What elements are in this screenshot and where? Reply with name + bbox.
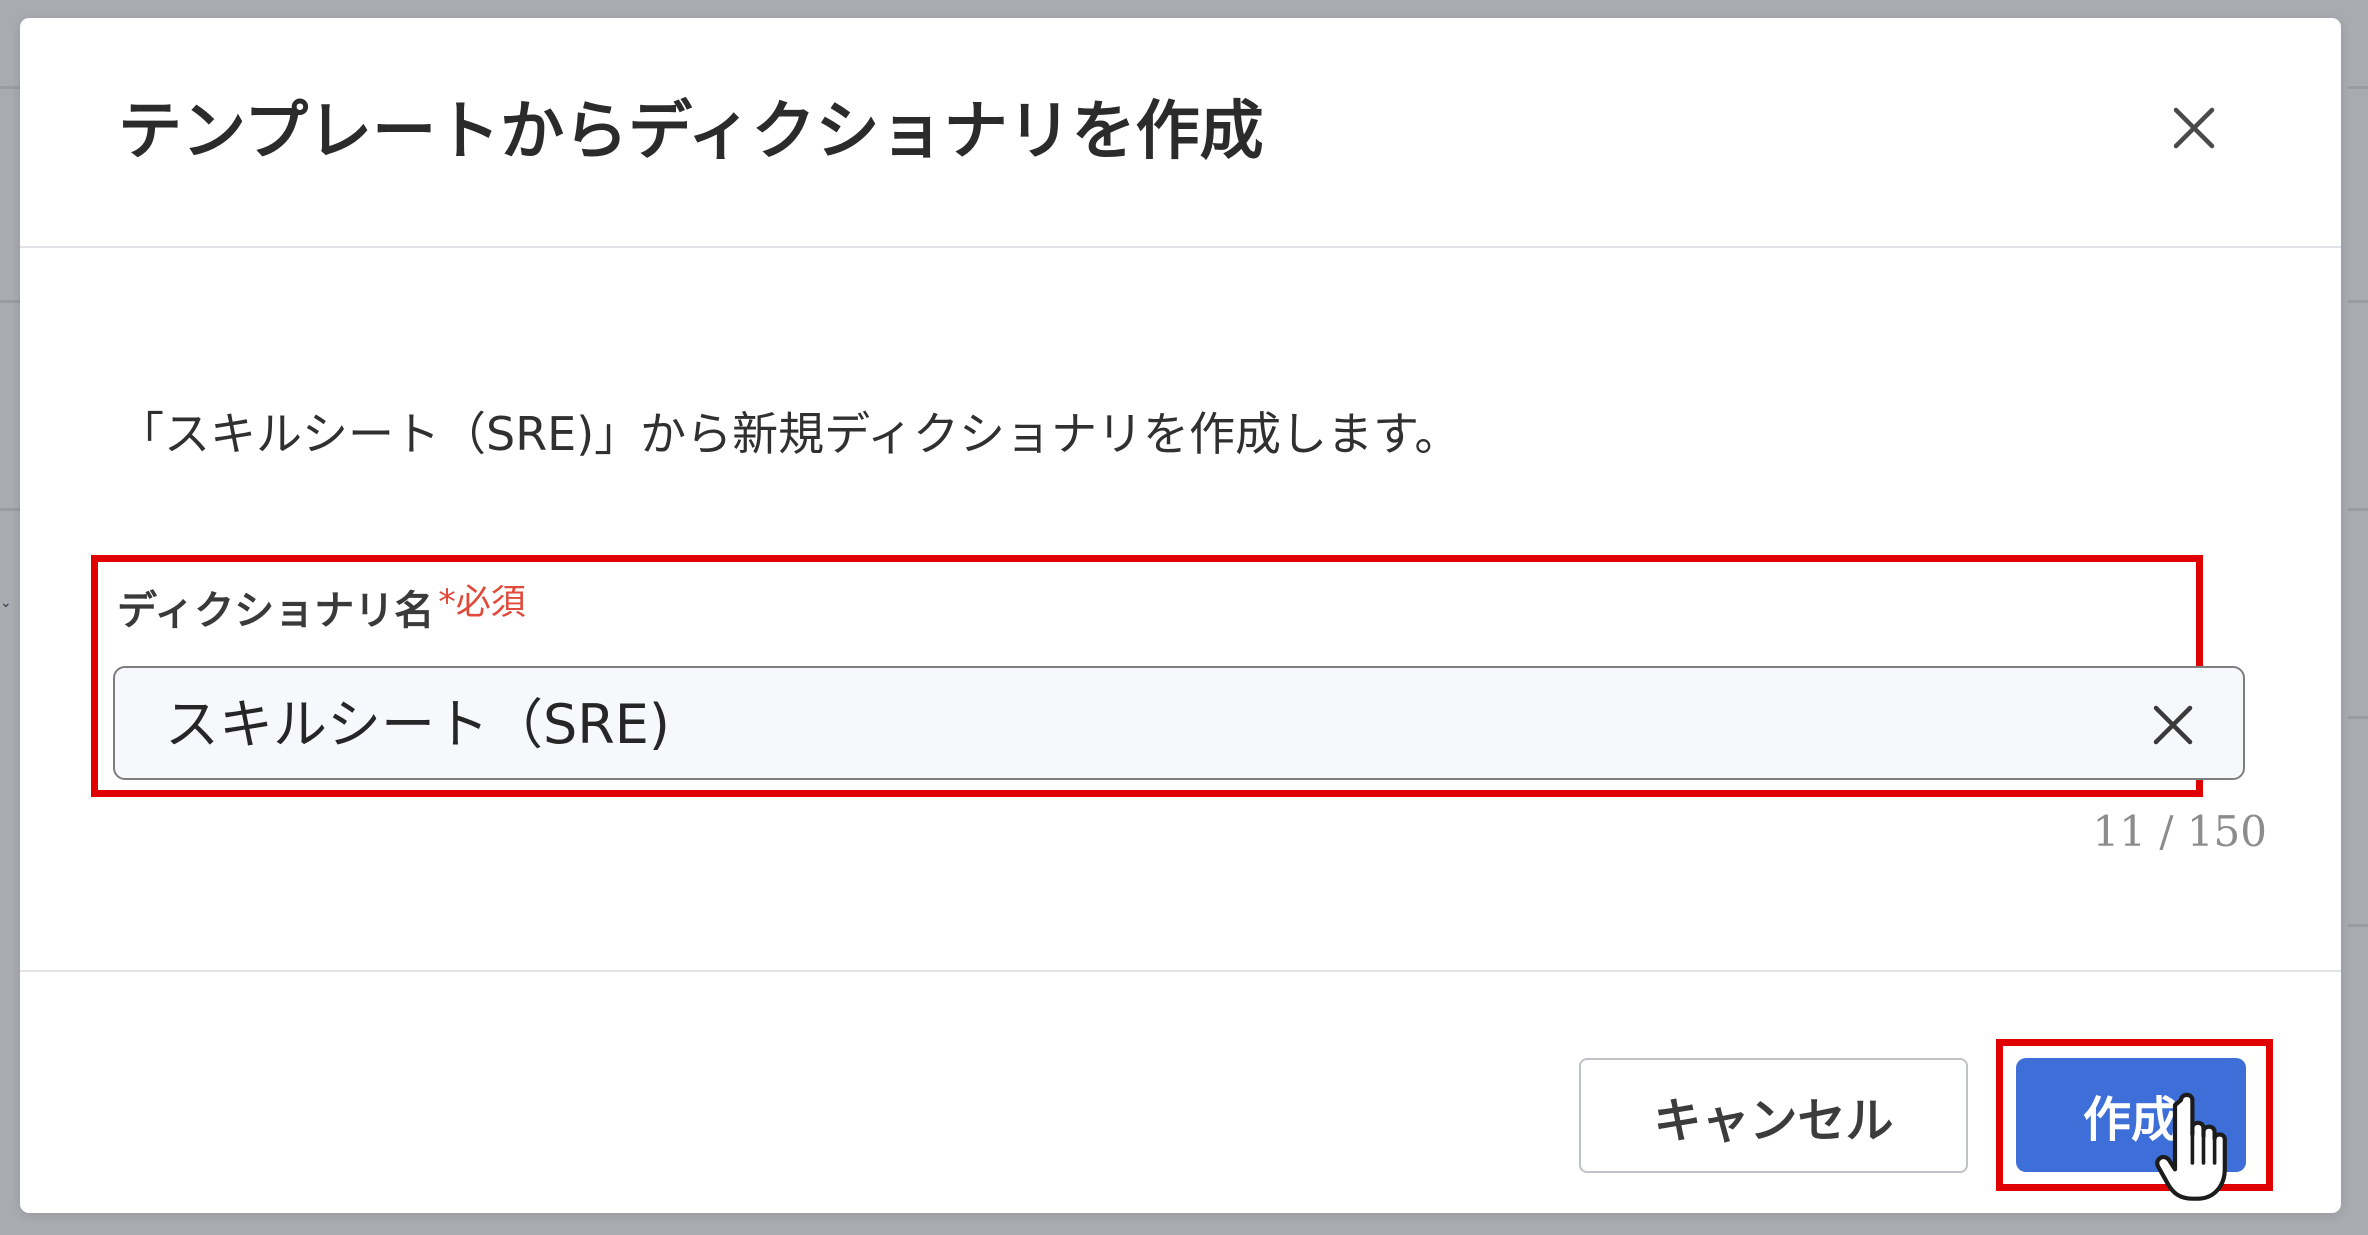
cancel-button[interactable]: キャンセル — [1579, 1058, 1968, 1173]
field-label-row: ディクショナリ名 *必須 — [117, 583, 526, 639]
create-dictionary-dialog: テンプレートからディクショナリを作成 「スキルシート（SRE)」から新規ディクシ… — [20, 18, 2341, 1213]
clear-input-button[interactable] — [2144, 696, 2202, 754]
background-divider — [0, 508, 22, 511]
background-divider — [2348, 508, 2368, 511]
dictionary-name-label: ディクショナリ名 — [117, 588, 435, 634]
dialog-body: 「スキルシート（SRE)」から新規ディクショナリを作成します。 ディクショナリ名… — [20, 248, 2341, 971]
background-divider — [0, 300, 22, 303]
dialog-description: 「スキルシート（SRE)」から新規ディクショナリを作成します。 — [118, 407, 1461, 461]
dialog-footer: キャンセル 作成 — [20, 970, 2341, 1213]
background-divider — [2348, 86, 2368, 89]
background-divider — [2348, 300, 2368, 303]
dialog-header: テンプレートからディクショナリを作成 — [20, 18, 2341, 248]
dictionary-name-value[interactable]: スキルシート（SRE) — [165, 692, 670, 758]
hand-pointer-icon — [2155, 1092, 2227, 1201]
character-counter: 11 / 150 — [2092, 807, 2267, 856]
close-button[interactable] — [2165, 99, 2223, 157]
close-icon — [2173, 107, 2215, 149]
clear-icon — [2153, 705, 2193, 745]
required-indicator: *必須 — [438, 583, 526, 623]
background-divider — [0, 86, 22, 89]
background-divider — [2348, 924, 2368, 927]
dictionary-name-input[interactable]: スキルシート（SRE) — [113, 666, 2245, 780]
background-divider — [2348, 716, 2368, 719]
dialog-title: テンプレートからディクショナリを作成 — [118, 95, 1264, 169]
background-chevron-icon: ⌄ — [0, 595, 12, 611]
